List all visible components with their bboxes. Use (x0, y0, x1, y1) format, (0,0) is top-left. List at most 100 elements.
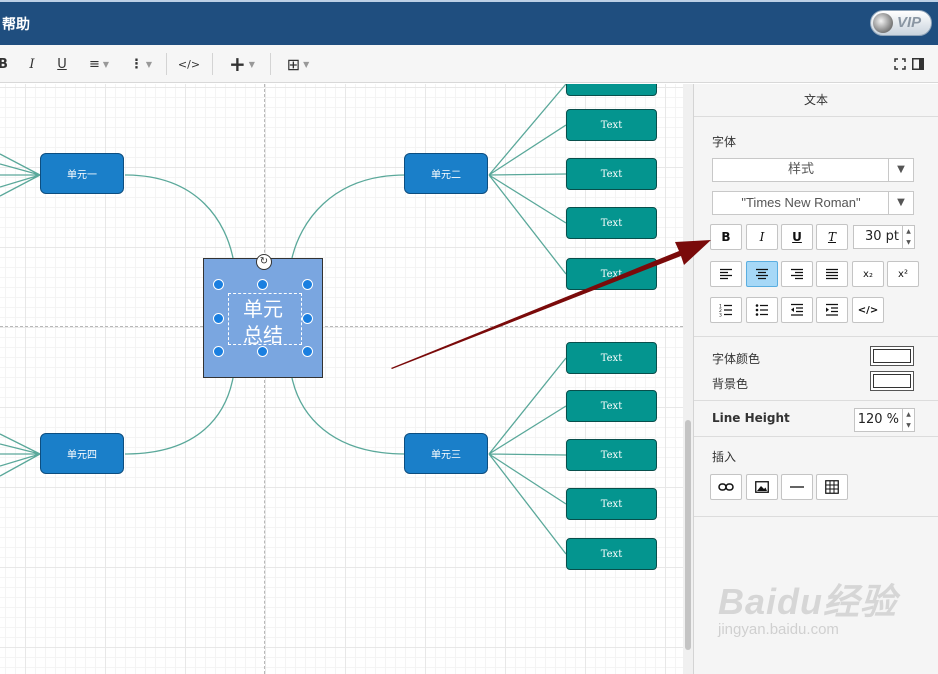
vip-badge[interactable]: VIP (870, 10, 932, 36)
text-node[interactable]: Text (566, 207, 657, 239)
panel-title: 文本 (694, 84, 938, 117)
style-select-value: 样式 (787, 162, 814, 177)
connector (124, 174, 234, 259)
text-node[interactable]: Text (566, 158, 657, 190)
table-dropdown[interactable]: ⊞ ▼ (282, 53, 314, 75)
chevron-down-icon: ▼ (145, 59, 153, 69)
font-family-select[interactable]: "Times New Roman" ▼ (712, 191, 914, 215)
font-family-value: "Times New Roman" (741, 195, 861, 210)
align-center-button[interactable] (746, 261, 778, 287)
resize-handle[interactable] (213, 346, 224, 357)
code-button[interactable]: </> (176, 53, 202, 75)
horizontal-rule-icon (790, 486, 804, 488)
baidu-watermark: Baidu经验 jingyan.baidu.com (718, 573, 897, 638)
text-node[interactable]: Text (566, 390, 657, 422)
clear-format-button[interactable]: T (816, 224, 848, 250)
subscript-button[interactable]: x₂ (852, 261, 884, 287)
unit-node-3[interactable]: 单元三 (404, 433, 488, 474)
font-size-value: 30 pt (864, 229, 899, 244)
format-panel-toggle-icon[interactable] (910, 53, 926, 75)
underline-button[interactable]: U (781, 224, 813, 250)
connector (488, 84, 567, 275)
rotate-handle-icon[interactable]: ↻ (256, 254, 272, 270)
chevron-down-icon: ▼ (888, 159, 913, 181)
text-node[interactable]: Text (566, 439, 657, 471)
scrollbar-thumb[interactable] (685, 420, 691, 650)
title-bar: 帮助 VIP (0, 0, 938, 45)
insert-section-label: 插入 (712, 450, 737, 464)
line-height-value: 120 % (857, 412, 899, 427)
unit-node-4[interactable]: 单元四 (40, 433, 124, 474)
connector (0, 153, 41, 197)
numbered-list-button[interactable]: 123 (710, 297, 742, 323)
insert-table-button[interactable] (816, 474, 848, 500)
line-height-label: Line Height (712, 411, 790, 425)
spinner-arrows-icon[interactable]: ▲ ▼ (902, 226, 914, 248)
watermark-brand: Baidu经验 (718, 581, 898, 622)
align-center-icon (756, 268, 768, 280)
underline-button[interactable]: U (54, 53, 70, 75)
menu-help[interactable]: 帮助 (2, 14, 30, 34)
text-node[interactable]: Text (566, 342, 657, 374)
text-node[interactable]: Text (566, 258, 657, 290)
text-node[interactable]: Text (566, 84, 657, 96)
align-justify-button[interactable] (816, 261, 848, 287)
resize-handle[interactable] (302, 346, 313, 357)
text-node[interactable]: Text (566, 488, 657, 520)
resize-handle[interactable] (213, 279, 224, 290)
text-node[interactable]: Text (566, 109, 657, 141)
central-node-selected[interactable]: ↻ 单元 总结 (203, 254, 323, 378)
link-icon (718, 483, 734, 491)
resize-handle[interactable] (257, 346, 268, 357)
line-height-input[interactable]: 120 % ▲ ▼ (854, 408, 915, 432)
unit-node-2[interactable]: 单元二 (404, 153, 488, 194)
insert-dropdown[interactable]: + ▼ (224, 52, 260, 76)
superscript-button[interactable]: x² (887, 261, 919, 287)
more-vertical-icon: ⋮ (129, 56, 143, 72)
toolbar-divider (166, 53, 167, 75)
style-select[interactable]: 样式 ▼ (712, 158, 914, 182)
fullscreen-icon[interactable] (892, 53, 908, 75)
bold-button[interactable]: B (0, 53, 10, 75)
insert-link-button[interactable] (710, 474, 742, 500)
bold-button[interactable]: B (710, 224, 742, 250)
align-left-icon (720, 268, 732, 280)
italic-button[interactable]: I (24, 53, 40, 75)
align-right-button[interactable] (781, 261, 813, 287)
outdent-button[interactable] (781, 297, 813, 323)
editor-toolbar: B I U ≡ ▼ ⋮ ▼ </> + ▼ ⊞ ▼ (0, 45, 938, 83)
resize-handle[interactable] (213, 313, 224, 324)
indent-icon (826, 303, 838, 316)
canvas-scrollbar[interactable] (683, 84, 693, 674)
align-left-button[interactable] (710, 261, 742, 287)
toolbar-divider (212, 53, 213, 75)
bg-color-swatch[interactable] (870, 371, 914, 391)
panel-divider (694, 436, 938, 437)
bullet-list-button[interactable] (746, 297, 778, 323)
panel-divider (694, 516, 938, 517)
html-button[interactable]: </> (852, 297, 884, 323)
align-dropdown[interactable]: ≡ ▼ (82, 53, 116, 75)
text-node[interactable]: Text (566, 538, 657, 570)
more-dropdown[interactable]: ⋮ ▼ (126, 53, 156, 75)
spinner-arrows-icon[interactable]: ▲ ▼ (902, 409, 914, 431)
outdent-icon (791, 303, 803, 316)
unit-node-1[interactable]: 单元一 (40, 153, 124, 194)
panel-divider (694, 400, 938, 401)
italic-button[interactable]: I (746, 224, 778, 250)
insert-image-button[interactable] (746, 474, 778, 500)
resize-handle[interactable] (302, 313, 313, 324)
insert-hr-button[interactable] (781, 474, 813, 500)
diagram-canvas[interactable]: 单元一 单元二 单元三 单元四 Text Text Text Text Text… (0, 84, 683, 674)
font-size-input[interactable]: 30 pt ▲ ▼ (853, 225, 915, 249)
plus-icon: + (229, 52, 246, 76)
vip-label: VIP (897, 14, 922, 31)
font-color-swatch[interactable] (870, 346, 914, 366)
indent-button[interactable] (816, 297, 848, 323)
connector (291, 377, 406, 455)
connector (0, 433, 41, 477)
resize-handle[interactable] (302, 279, 313, 290)
resize-handle[interactable] (257, 279, 268, 290)
font-color-label: 字体颜色 (712, 352, 761, 366)
image-icon (755, 481, 769, 493)
